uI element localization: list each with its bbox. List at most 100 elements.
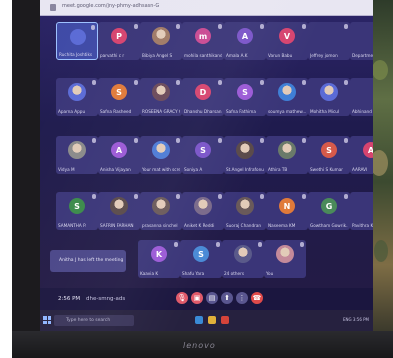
participant-name: mohila santhikand... [184,53,222,58]
mic-muted-icon [218,24,222,29]
participant-tile[interactable]: ROSEENA GRACY G [140,78,182,116]
avatar: V [279,28,295,44]
avatar-photo [236,141,254,159]
participant-name: ROSEENA GRACY G [142,109,180,114]
participant-tile[interactable]: N Naseema KM [266,192,308,230]
system-tray: ENG 3:56 PM [342,317,369,322]
participant-name: Gowtham Gowrik... [310,223,348,228]
avatar-photo [278,141,296,159]
mic-off-button[interactable]: 🎙 [176,292,188,304]
avatar: S [321,142,337,158]
participant-tile[interactable]: A Amala A.K [224,22,266,60]
participant-name: Safna Rasheed [100,109,132,114]
leave-call-button[interactable]: ☎ [251,292,263,304]
participant-tile[interactable]: S Safna Fathima [224,78,266,116]
participant-tile[interactable]: Your mat with screenshot [140,136,182,174]
clock-time: 2:56 PM [58,296,81,302]
avatar: D [195,84,211,100]
participant-name: Mohitha Micul [310,109,340,114]
mic-muted-icon [92,194,96,199]
participant-tile[interactable]: S Safna Rasheed [98,78,140,116]
avatar-photo [68,83,86,101]
chrome-icon[interactable] [221,316,229,324]
participant-tile[interactable]: Mohitha Micul [308,78,350,116]
captions-button[interactable]: ▤ [206,292,218,304]
participant-tile[interactable]: S Swethi S Kumar [308,136,350,174]
participant-name: SAFRIN FARHAN [100,223,134,228]
participant-tile[interactable]: St.Angel Infrafonul [224,136,266,174]
participant-name: Shafu Yara [182,271,205,276]
participant-name: Safna Fathima [226,109,256,114]
mic-muted-icon [92,138,96,143]
participant-tile[interactable]: 24 others [222,240,264,278]
mic-muted-icon [302,138,306,143]
participant-name: Amala A.K [226,53,248,58]
mic-muted-icon [134,24,138,29]
participant-tile[interactable]: Department of E... [350,22,373,60]
participant-tile[interactable]: A AARAVI [350,136,373,174]
participant-tile[interactable]: V Varun Babu [266,22,308,60]
meeting-controls-bar: 2:56 PM dhe-smng-ads 🎙 ▣ ▤ ⬆ ⋮ ☎ [40,288,373,310]
mic-muted-icon [344,80,348,85]
participant-tile[interactable]: You [264,240,306,278]
taskbar-search-box[interactable]: Type here to search [54,315,134,326]
edge-browser-icon[interactable] [195,316,203,324]
avatar: P [111,28,127,44]
participant-tile[interactable]: Pavithra Kotaikor [350,192,373,230]
avatar-photo [236,197,254,215]
participant-tile[interactable]: Suoraj Chandran [224,192,266,230]
participant-tile[interactable]: Aparna Appu [56,78,98,116]
participant-tile[interactable]: m mohila santhikand... [182,22,224,60]
participant-tile[interactable]: Vidya M [56,136,98,174]
participant-name: Jeffrey jomon [310,53,338,58]
participant-tile[interactable]: SAFRIN FARHAN [98,192,140,230]
participant-tile[interactable]: S SAMANTHA P. [56,192,98,230]
mic-muted-icon [216,242,220,247]
mic-muted-icon [260,194,264,199]
participant-tile[interactable]: Pparvathi c r [98,22,140,60]
participant-tile[interactable]: S Soniya A [182,136,224,174]
participant-name: prasanna sinchel [142,223,178,228]
participant-name: Vidya M [58,167,75,172]
participant-name: Dhanshu Dharsan... [184,109,222,114]
avatar-photo [234,245,252,263]
participant-tile[interactable]: Aniket K Reddi [182,192,224,230]
participant-name: Bibiya Angel S [142,53,173,58]
more-options-button[interactable]: ⋮ [236,292,248,304]
participant-name: Aniket K Reddi [184,223,215,228]
mic-muted-icon [260,80,264,85]
browser-address-bar[interactable]: meet.google.com/jny-phmy-adhsasn-G [40,0,373,16]
participant-tile[interactable]: Bibiya Angel S [140,22,182,60]
avatar-photo [110,197,128,215]
participant-tile[interactable]: D Dhanshu Dharsan... [182,78,224,116]
participant-tile[interactable]: K Kaavia K [138,240,180,278]
participant-tile[interactable]: Ruchita Joshtiks [56,22,98,60]
participant-name: Kaavia K [140,271,159,276]
participant-name: Soniya A [184,167,203,172]
participant-tile[interactable]: Athira TB [266,136,308,174]
mic-muted-icon [92,80,96,85]
participant-name: Aparna Appu [58,109,86,114]
participant-name: Ruchita Joshtiks [59,52,93,57]
present-button[interactable]: ⬆ [221,292,233,304]
windows-start-icon[interactable] [43,316,51,324]
avatar-photo [68,141,86,159]
participant-tile[interactable]: S Shafu Yara [180,240,222,278]
participant-tile[interactable]: prasanna sinchel [140,192,182,230]
avatar-photo [152,83,170,101]
file-explorer-icon[interactable] [208,316,216,324]
avatar-photo [152,141,170,159]
participant-tile[interactable]: G Gowtham Gowrik... [308,192,350,230]
participant-name: Suoraj Chandran [226,223,262,228]
mic-muted-icon [134,194,138,199]
participant-name: AARAVI [352,167,368,172]
camera-off-button[interactable]: ▣ [191,292,203,304]
avatar-photo [276,245,294,263]
participant-tile[interactable]: Jeffrey jomon [308,22,350,60]
participant-name: Naseema KM [268,223,296,228]
participant-tile[interactable]: Abhinand [350,78,373,116]
url-text: meet.google.com/jny-phmy-adhsasn-G [62,3,160,9]
participant-tile[interactable]: soumya mathew... [266,78,308,116]
participant-tile[interactable]: A Anisha Vijayan [98,136,140,174]
room-background [0,0,12,358]
